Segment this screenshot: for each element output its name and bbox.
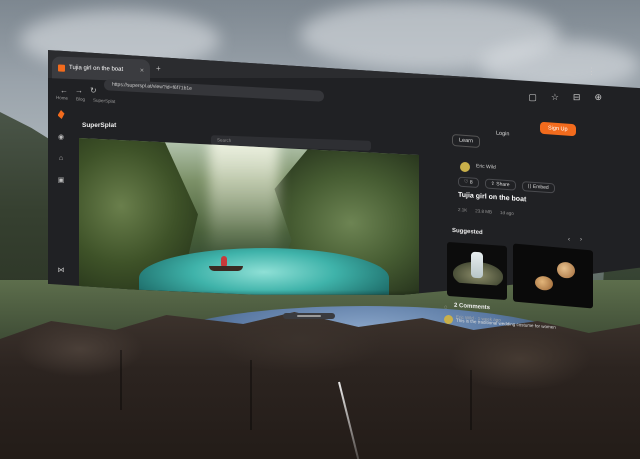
rock-crack xyxy=(470,370,472,430)
bookmark-star-icon[interactable]: ☆ xyxy=(551,92,559,103)
like-button[interactable]: ♡ 8 xyxy=(458,176,479,189)
video-light-rays xyxy=(209,138,279,258)
rock-foreground xyxy=(0,312,640,459)
reload-button[interactable]: ↻ xyxy=(90,86,97,95)
comment-avatar[interactable] xyxy=(444,315,453,324)
left-rail: ◉ ⌂ ▣ xyxy=(53,110,69,184)
site-favicon-icon xyxy=(58,63,65,72)
profile-icon[interactable]: ⊕ xyxy=(594,92,602,103)
browser-menu-icon[interactable]: ⋮ xyxy=(587,66,596,77)
bookmark-item[interactable]: Home xyxy=(56,95,68,101)
rail-icon[interactable]: ▣ xyxy=(58,176,65,184)
comment-icon: ◌ xyxy=(444,305,448,311)
window-grab-handle[interactable] xyxy=(283,313,335,319)
tab-close-icon[interactable]: × xyxy=(140,67,144,74)
suggested-item[interactable] xyxy=(513,243,593,309)
browser-toolbar-icons: ▢ ☆ ⊟ ⊕ xyxy=(528,92,602,103)
rock-crack xyxy=(120,350,122,410)
suggested-thumbnail-waterfall xyxy=(471,251,483,279)
video-girl xyxy=(221,256,227,266)
file-size: 23.8 MB xyxy=(475,208,493,215)
tab-title: Tujia girl on the boat xyxy=(69,64,124,73)
author-avatar[interactable] xyxy=(460,162,470,172)
suggested-nav: ‹ › xyxy=(568,237,582,243)
upload-date: 1d ago xyxy=(500,209,514,216)
rock-crack xyxy=(250,360,252,430)
suggested-prev-icon[interactable]: ‹ xyxy=(568,237,570,243)
forward-button[interactable]: → xyxy=(75,86,83,95)
view-count: 2.1K xyxy=(458,207,468,213)
suggested-thumbnail-object xyxy=(557,261,575,279)
address-bar[interactable]: https://superspl.at/view?id=f6f71b1e xyxy=(103,78,324,102)
bookmark-item[interactable]: Blog xyxy=(76,96,85,102)
bookmark-item[interactable]: SuperSplat xyxy=(93,98,115,105)
suggested-item[interactable] xyxy=(447,241,507,301)
cast-icon[interactable]: ▢ xyxy=(528,92,537,103)
sidebar-icon[interactable]: ⊟ xyxy=(573,92,581,103)
site-brand[interactable]: SuperSplat xyxy=(82,122,116,129)
browser-tab[interactable]: Tujia girl on the boat × xyxy=(52,56,150,82)
back-button[interactable]: ← xyxy=(60,86,68,95)
learn-button[interactable]: Learn xyxy=(452,134,481,148)
author-name[interactable]: Eric Wild xyxy=(476,163,496,170)
rail-icon[interactable]: ⋈ xyxy=(58,266,65,274)
signup-button[interactable]: Sign Up xyxy=(540,121,576,137)
supersplat-logo-icon[interactable] xyxy=(57,110,65,119)
new-tab-button[interactable]: + xyxy=(156,64,161,73)
video-boat xyxy=(209,266,243,271)
suggested-next-icon[interactable]: › xyxy=(580,237,582,243)
rail-icon[interactable]: ◉ xyxy=(58,133,64,141)
login-button[interactable]: Login xyxy=(490,128,515,140)
suggested-thumbnail-object xyxy=(535,275,553,291)
share-button[interactable]: ⇪ Share xyxy=(484,178,516,191)
video-player[interactable]: ▶ ◼ ⚲ ▷ ⛶ ⊡ ⤢ xyxy=(79,138,419,295)
rail-icon[interactable]: ⌂ xyxy=(59,155,63,162)
